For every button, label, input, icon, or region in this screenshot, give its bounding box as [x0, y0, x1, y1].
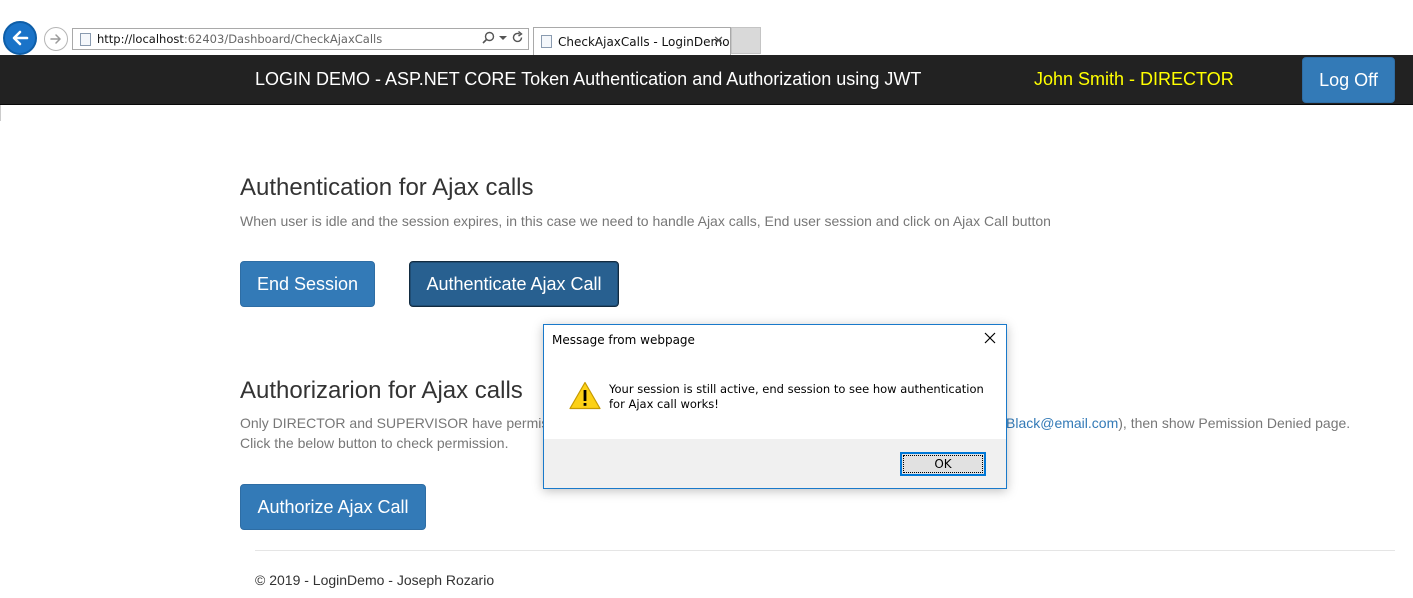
navbar-brand[interactable]: LOGIN DEMO - ASP.NET CORE Token Authenti… [255, 69, 921, 90]
arrow-right-icon [50, 34, 61, 44]
url-host: http://localhost [97, 32, 184, 46]
end-session-button[interactable]: End Session [240, 261, 375, 307]
refresh-icon[interactable] [511, 31, 524, 44]
authorization-description-line1-tail: Black@email.com), then show Pemission De… [1006, 415, 1350, 431]
tab-title: CheckAjaxCalls - LoginDemo [558, 35, 730, 49]
browser-tab[interactable]: CheckAjaxCalls - LoginDemo ✕ [533, 27, 731, 55]
url-text: http://localhost:62403/Dashboard/CheckAj… [97, 32, 382, 46]
search-icon[interactable] [482, 31, 495, 44]
logoff-button[interactable]: Log Off [1302, 57, 1395, 103]
email-link[interactable]: Black@email.com [1006, 415, 1118, 431]
user-role-label: John Smith - DIRECTOR [1034, 69, 1234, 89]
new-tab-button[interactable] [731, 27, 761, 54]
authentication-description: When user is idle and the session expire… [240, 213, 1051, 229]
tab-page-icon [541, 35, 552, 48]
authentication-heading: Authentication for Ajax calls [240, 174, 534, 201]
arrow-left-icon [12, 30, 29, 46]
page-edge [0, 105, 1, 121]
dropdown-icon[interactable] [499, 34, 507, 42]
browser-chrome: http://localhost:62403/Dashboard/CheckAj… [0, 0, 1413, 56]
authorization-description-line2: Click the below button to check permissi… [240, 435, 509, 451]
footer-copyright: © 2019 - LoginDemo - Joseph Rozario [255, 572, 495, 588]
tab-close-icon[interactable]: ✕ [713, 34, 724, 49]
authorization-desc-start: Only DIRECTOR and SUPERVISOR have permis [240, 415, 549, 431]
address-bar[interactable]: http://localhost:62403/Dashboard/CheckAj… [72, 28, 529, 50]
back-button[interactable] [3, 21, 37, 55]
navbar: LOGIN DEMO - ASP.NET CORE Token Authenti… [0, 55, 1413, 105]
page-icon [80, 33, 91, 46]
authorize-ajax-call-button[interactable]: Authorize Ajax Call [240, 484, 426, 530]
address-tools [482, 31, 524, 44]
message-dialog: Message from webpage Your session is sti… [543, 324, 1007, 489]
authorization-heading: Authorizarion for Ajax calls [240, 377, 523, 404]
ok-button[interactable]: OK [900, 452, 986, 476]
authorization-description-line1: Only DIRECTOR and SUPERVISOR have permis [240, 415, 548, 431]
footer-divider [255, 550, 1395, 551]
authorization-desc-end: ), then show Pemission Denied page. [1118, 415, 1351, 431]
authenticate-ajax-call-button[interactable]: Authenticate Ajax Call [409, 261, 619, 307]
dialog-message: Your session is still active, end sessio… [609, 382, 984, 411]
warning-icon [569, 381, 601, 410]
forward-button[interactable] [44, 27, 68, 51]
dialog-title: Message from webpage [552, 333, 695, 347]
url-path: :62403/Dashboard/CheckAjaxCalls [183, 32, 383, 46]
dialog-button-bar: OK [544, 439, 1006, 488]
close-icon[interactable] [982, 330, 998, 346]
